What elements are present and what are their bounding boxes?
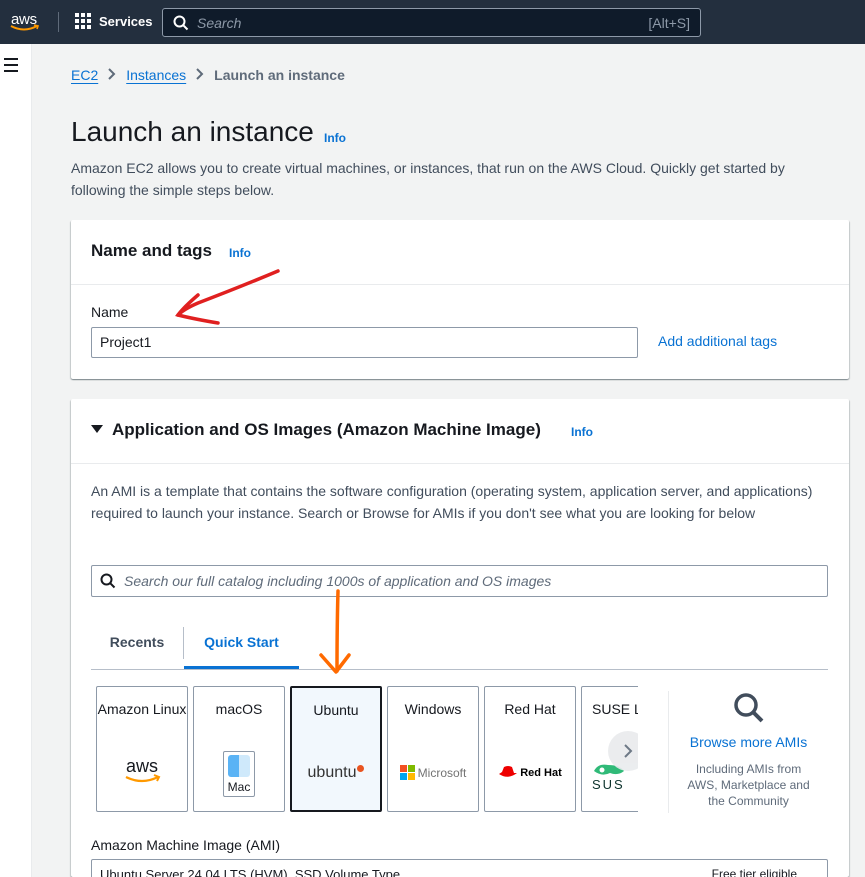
chevron-right-icon	[196, 67, 204, 83]
ami-selected-value: Ubuntu Server 24.04 LTS (HVM), SSD Volum…	[100, 867, 401, 877]
breadcrumb-instances[interactable]: Instances	[126, 67, 186, 83]
search-icon	[734, 693, 764, 723]
red-hat-logo-text: Red Hat	[520, 766, 562, 779]
breadcrumb-current: Launch an instance	[214, 67, 345, 83]
page-description: Amazon EC2 allows you to create virtual …	[71, 160, 785, 198]
chevron-right-icon	[624, 744, 633, 758]
grid-icon	[75, 13, 91, 29]
ami-panel: Application and OS Images (Amazon Machin…	[71, 399, 849, 877]
windows-icon	[399, 765, 415, 780]
ami-tabs: Recents Quick Start	[91, 625, 828, 670]
nav-divider	[58, 12, 59, 32]
ami-panel-header[interactable]: Application and OS Images (Amazon Machin…	[71, 399, 849, 464]
name-label: Name	[91, 304, 129, 320]
aws-logo-text: aws	[126, 757, 158, 776]
caret-down-icon[interactable]	[91, 425, 103, 433]
red-hat-icon	[499, 766, 518, 777]
services-menu-button[interactable]: Services	[75, 13, 153, 29]
microsoft-logo: Microsoft	[388, 765, 478, 780]
tile-amazon-linux[interactable]: Amazon Linux aws	[96, 686, 188, 812]
mac-finder-logo: Mac	[194, 751, 284, 797]
ami-search-placeholder: Search our full catalog including 1000s …	[124, 573, 552, 589]
ami-tile-carousel: Amazon Linux aws macOS Mac Ubuntu ubuntu	[96, 686, 638, 813]
title-info-link[interactable]: Info	[324, 131, 346, 145]
add-additional-tags-link[interactable]: Add additional tags	[658, 333, 777, 349]
tile-label: SUSE Li	[592, 701, 638, 717]
tile-label: macOS	[215, 701, 263, 717]
top-navigation: aws Services Search [Alt+S]	[0, 0, 865, 44]
menu-icon[interactable]	[4, 58, 18, 76]
ami-info-link[interactable]: Info	[571, 425, 593, 439]
aws-logo[interactable]: aws	[10, 9, 42, 35]
ubuntu-circle-icon	[357, 764, 365, 772]
breadcrumb-ec2[interactable]: EC2	[71, 67, 98, 83]
tab-quick-start[interactable]: Quick Start	[184, 625, 299, 669]
tile-label: Amazon Linux	[97, 701, 187, 717]
side-navigation-rail	[0, 44, 32, 877]
ubuntu-logo: ubuntu	[292, 764, 380, 782]
tile-divider	[668, 691, 669, 813]
search-placeholder: Search	[197, 15, 242, 31]
search-icon	[100, 573, 116, 589]
tile-label: Red Hat	[504, 701, 556, 717]
tile-windows[interactable]: Windows Microsoft	[387, 686, 479, 812]
page-title: Launch an instance	[71, 116, 314, 147]
name-input[interactable]: Project1	[91, 327, 638, 358]
breadcrumb: EC2 Instances Launch an instance	[71, 67, 345, 83]
name-and-tags-header: Name and tags Info	[71, 220, 849, 285]
tile-label: Ubuntu	[313, 702, 359, 718]
tile-macos[interactable]: macOS Mac	[193, 686, 285, 812]
aws-logo: aws	[97, 757, 187, 787]
name-and-tags-heading: Name and tags	[91, 241, 212, 260]
browse-more-subtext: Including AMIs from AWS, Marketplace and…	[687, 762, 810, 808]
red-hat-logo: Red Hat	[485, 765, 575, 780]
tile-red-hat[interactable]: Red Hat Red Hat	[484, 686, 576, 812]
ami-description: An AMI is a template that contains the s…	[91, 483, 813, 521]
free-tier-badge: Free tier eligible	[711, 867, 797, 877]
name-tags-info-link[interactable]: Info	[229, 246, 251, 260]
suse-logo-text: SUS	[592, 777, 625, 792]
ami-select[interactable]: Ubuntu Server 24.04 LTS (HVM), SSD Volum…	[91, 859, 828, 877]
name-and-tags-panel: Name and tags Info Name Project1 Add add…	[71, 220, 849, 379]
microsoft-logo-text: Microsoft	[417, 765, 467, 780]
tile-ubuntu[interactable]: Ubuntu ubuntu	[290, 686, 382, 812]
browse-more-amis-link[interactable]: Browse more AMIs	[681, 734, 816, 750]
ami-search-input[interactable]: Search our full catalog including 1000s …	[91, 565, 828, 597]
ami-label: Amazon Machine Image (AMI)	[91, 837, 281, 853]
mac-logo-text: Mac	[227, 780, 251, 794]
global-search-input[interactable]: Search [Alt+S]	[162, 8, 701, 37]
chevron-right-icon	[108, 67, 116, 83]
tile-label: Windows	[404, 701, 462, 717]
ubuntu-logo-text: ubuntu	[307, 764, 357, 781]
services-label: Services	[99, 13, 153, 29]
search-icon	[173, 15, 189, 31]
search-shortcut: [Alt+S]	[648, 15, 690, 31]
ami-panel-heading: Application and OS Images (Amazon Machin…	[112, 420, 541, 439]
tab-recents[interactable]: Recents	[91, 627, 184, 659]
